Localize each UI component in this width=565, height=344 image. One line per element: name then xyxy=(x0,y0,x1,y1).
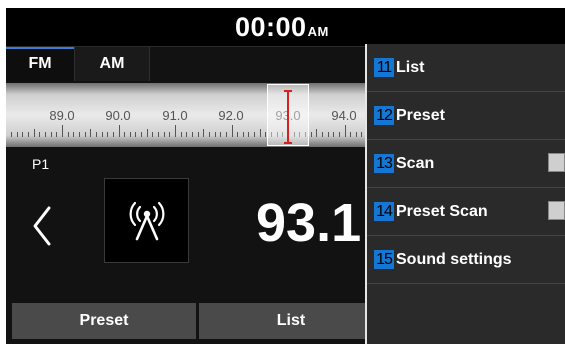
dial-tick xyxy=(28,132,30,137)
dial-tick xyxy=(333,132,335,137)
tab-fm[interactable]: FM xyxy=(6,47,74,81)
dial-tick xyxy=(90,129,92,137)
tuning-needle xyxy=(287,91,289,143)
dial-tick xyxy=(242,132,244,137)
status-bar: 00:00AM xyxy=(6,8,565,47)
dial-tick xyxy=(101,132,103,137)
dial-tick xyxy=(237,132,239,137)
dial-tick xyxy=(146,129,148,137)
dial-freq-label: 89.0 xyxy=(49,108,75,123)
dial-tick xyxy=(220,132,222,137)
dial-tick xyxy=(45,132,47,137)
dial-tick xyxy=(208,132,210,137)
dial-tick xyxy=(73,132,75,137)
dial-freq-label: 91.0 xyxy=(162,108,188,123)
dial-tick xyxy=(180,132,182,137)
menu-item-label: Preset xyxy=(396,107,445,124)
clock: 00:00AM xyxy=(235,12,329,43)
dial-tick xyxy=(152,132,154,137)
menu-item-label: Preset Scan xyxy=(396,203,488,220)
dial-tick xyxy=(214,132,216,137)
callout-number: 14 xyxy=(374,202,394,221)
options-menu: 11 List 12 Preset 13 Scan 14 Preset Scan… xyxy=(365,44,565,344)
dial-tick xyxy=(310,132,312,137)
dial-tick xyxy=(107,132,109,137)
station-art xyxy=(104,178,189,263)
clock-time: 00:00 xyxy=(235,12,307,42)
dial-tick xyxy=(225,132,227,137)
dial-tick xyxy=(186,132,188,137)
dial-tick xyxy=(169,132,171,137)
dial-tick xyxy=(197,132,199,137)
dial-tick xyxy=(338,132,340,137)
dial-tick xyxy=(33,129,35,137)
dial-tick xyxy=(259,129,261,137)
dial-tick xyxy=(321,132,323,137)
dial-tick xyxy=(158,132,160,137)
dial-tick xyxy=(191,132,193,137)
preset-scan-checkbox[interactable] xyxy=(548,201,565,220)
dial-tick xyxy=(355,132,357,137)
dial-tick xyxy=(175,125,176,137)
menu-item-label: List xyxy=(396,59,425,76)
chevron-left-icon xyxy=(33,206,51,246)
dial-tick xyxy=(67,132,69,137)
dial-freq-label: 90.0 xyxy=(105,108,131,123)
dial-tick xyxy=(141,132,143,137)
dial-tick xyxy=(344,125,346,137)
callout-number: 13 xyxy=(374,154,394,173)
dial-tick xyxy=(231,125,233,137)
dial-freq-label: 94.0 xyxy=(331,108,357,123)
tuning-dial[interactable]: 89.0 90.0 91.0 92.0 93.0 94.0 xyxy=(6,83,366,147)
dial-tick xyxy=(350,132,352,137)
dial-tick xyxy=(11,132,13,137)
dial-tick xyxy=(62,125,63,137)
menu-item-list[interactable]: 11 List xyxy=(367,44,565,92)
dial-tick xyxy=(118,125,120,137)
dial-tick xyxy=(112,132,114,137)
dial-tick xyxy=(124,132,126,137)
dial-tick xyxy=(203,129,205,137)
menu-item-preset[interactable]: 12 Preset xyxy=(367,92,565,140)
dial-tick xyxy=(50,132,52,137)
menu-item-label: Sound settings xyxy=(396,251,512,268)
dial-tick xyxy=(22,132,24,137)
dial-tick xyxy=(361,132,363,137)
menu-item-preset-scan[interactable]: 14 Preset Scan xyxy=(367,188,565,236)
dial-tick xyxy=(39,132,41,137)
list-button[interactable]: List xyxy=(199,303,383,339)
clock-ampm: AM xyxy=(307,24,329,39)
callout-number: 11 xyxy=(374,58,394,77)
dial-tick xyxy=(84,132,86,137)
scan-checkbox[interactable] xyxy=(548,153,565,172)
dial-tick xyxy=(316,129,318,137)
dial-tick xyxy=(95,132,97,137)
dial-tick xyxy=(327,132,329,137)
dial-tick xyxy=(129,132,131,137)
dial-tick xyxy=(163,132,165,137)
callout-number: 12 xyxy=(374,106,394,125)
callout-number: 15 xyxy=(374,250,394,269)
tuning-needle-cap-top xyxy=(284,90,292,92)
seek-back-button[interactable] xyxy=(30,204,54,248)
radio-screen: 00:00AM FM AM 89.0 90.0 91.0 92.0 93.0 9… xyxy=(6,8,565,344)
dial-tick xyxy=(56,132,58,137)
tuning-needle-cap-bottom xyxy=(284,142,292,144)
dial-tick xyxy=(16,132,18,137)
dial-freq-label: 92.0 xyxy=(218,108,244,123)
menu-item-scan[interactable]: 13 Scan xyxy=(367,140,565,188)
menu-item-sound-settings[interactable]: 15 Sound settings xyxy=(367,236,565,284)
dial-tick xyxy=(254,132,256,137)
tab-am[interactable]: AM xyxy=(74,47,150,81)
radio-antenna-icon xyxy=(129,201,165,241)
dial-tick xyxy=(78,132,80,137)
frequency-display: 93.1 xyxy=(256,193,362,253)
menu-item-label: Scan xyxy=(396,155,435,172)
preset-indicator: P1 xyxy=(32,156,50,172)
dial-tick xyxy=(135,132,137,137)
preset-button[interactable]: Preset xyxy=(12,303,196,339)
dial-tick xyxy=(248,132,250,137)
